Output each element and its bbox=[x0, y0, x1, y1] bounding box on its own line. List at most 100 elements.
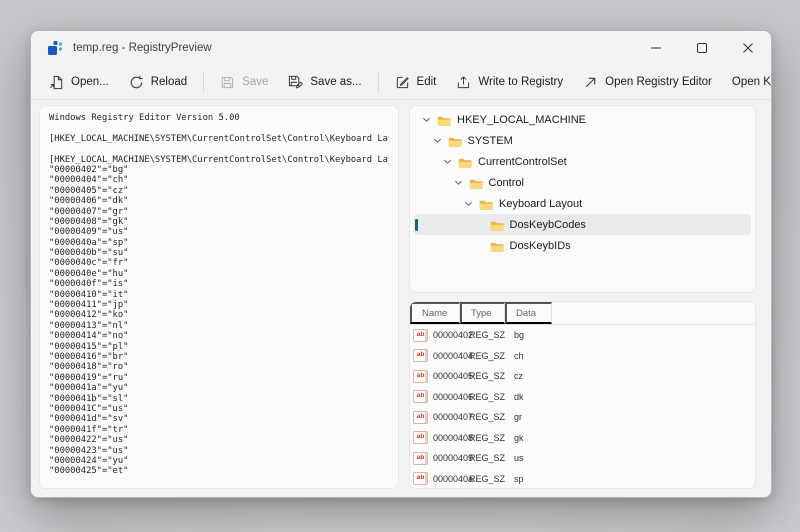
title-bar[interactable]: temp.reg - RegistryPreview bbox=[31, 31, 771, 65]
save-button[interactable]: Save bbox=[210, 69, 278, 96]
tree-item[interactable]: HKEY_LOCAL_MACHINE bbox=[414, 109, 751, 130]
grid-body: ab 00000402 REG_SZ bg ab 00000404 REG_SZ bbox=[410, 325, 755, 489]
window-controls bbox=[633, 31, 771, 65]
open-button[interactable]: Open... bbox=[39, 69, 119, 96]
reload-button-label: Reload bbox=[151, 76, 187, 88]
edit-icon bbox=[395, 75, 410, 90]
table-row[interactable]: ab 00000402 REG_SZ bg bbox=[410, 325, 755, 346]
edit-button[interactable]: Edit bbox=[385, 69, 447, 96]
tree-item[interactable]: Control bbox=[414, 172, 751, 193]
string-value-icon: ab bbox=[413, 431, 428, 444]
reg-file-line: "00000414"="no" bbox=[49, 331, 389, 341]
registry-preview-window: temp.reg - RegistryPreview bbox=[30, 30, 772, 498]
tree-item-label: Keyboard Layout bbox=[499, 198, 582, 210]
reg-file-line: "0000041d"="sv" bbox=[49, 414, 389, 424]
reload-icon bbox=[129, 75, 144, 90]
write-to-registry-button[interactable]: Write to Registry bbox=[446, 69, 573, 96]
reg-file-line: "00000423"="us" bbox=[49, 446, 389, 456]
grid-header: Name Type Data bbox=[410, 302, 755, 325]
close-icon[interactable] bbox=[725, 31, 771, 65]
reg-file-line: Windows Registry Editor Version 5.00 bbox=[49, 113, 389, 123]
value-data-cell: gr bbox=[505, 412, 522, 422]
reg-file-line: [HKEY_LOCAL_MACHINE\SYSTEM\CurrentContro… bbox=[49, 155, 389, 165]
string-value-icon: ab bbox=[413, 349, 428, 362]
tree-item[interactable]: DosKeybIDs bbox=[414, 235, 751, 256]
toolbar: Open... Reload bbox=[31, 65, 771, 100]
value-type-cell: REG_SZ bbox=[460, 412, 505, 422]
reg-file-line: "00000408"="gk" bbox=[49, 217, 389, 227]
table-row[interactable]: ab 00000408 REG_SZ gk bbox=[410, 428, 755, 449]
open-key-button[interactable]: Open Key bbox=[722, 70, 772, 94]
registry-preview-app-icon bbox=[47, 40, 63, 56]
save-as-button[interactable]: Save as... bbox=[278, 69, 371, 96]
chevron-down-icon[interactable] bbox=[421, 114, 432, 125]
reload-button[interactable]: Reload bbox=[119, 69, 197, 96]
column-header-name[interactable]: Name bbox=[410, 302, 460, 324]
reg-file-line: "00000410"="it" bbox=[49, 290, 389, 300]
table-row[interactable]: ab 00000404 REG_SZ ch bbox=[410, 346, 755, 367]
value-type-cell: REG_SZ bbox=[460, 453, 505, 463]
open-registry-editor-button[interactable]: Open Registry Editor bbox=[573, 69, 722, 96]
tree-item-label: DosKeybIDs bbox=[510, 240, 571, 252]
reg-file-line bbox=[49, 123, 389, 133]
toolbar-divider bbox=[378, 72, 379, 92]
tree-item[interactable]: SYSTEM bbox=[414, 130, 751, 151]
tree-item-label: Control bbox=[489, 177, 524, 189]
reg-file-line: "00000411"="jp" bbox=[49, 300, 389, 310]
value-data-cell: bg bbox=[505, 330, 524, 340]
table-row[interactable]: ab 00000409 REG_SZ us bbox=[410, 448, 755, 469]
column-header-spacer bbox=[552, 302, 755, 324]
reg-file-line: [HKEY_LOCAL_MACHINE\SYSTEM\CurrentContro… bbox=[49, 134, 389, 144]
save-as-icon bbox=[288, 75, 303, 90]
reg-file-line: "0000040f"="is" bbox=[49, 279, 389, 289]
table-row[interactable]: ab 00000406 REG_SZ dk bbox=[410, 387, 755, 408]
value-type-cell: REG_SZ bbox=[460, 474, 505, 484]
tree-item[interactable]: CurrentControlSet bbox=[414, 151, 751, 172]
string-value-icon: ab bbox=[413, 472, 428, 485]
toolbar-divider bbox=[203, 72, 204, 92]
tree-item-label: SYSTEM bbox=[468, 135, 513, 147]
value-type-cell: REG_SZ bbox=[460, 433, 505, 443]
reg-file-line: "00000409"="us" bbox=[49, 227, 389, 237]
tree-item-label: CurrentControlSet bbox=[478, 156, 567, 168]
open-registry-editor-button-label: Open Registry Editor bbox=[605, 76, 712, 88]
chevron-down-icon[interactable] bbox=[442, 156, 453, 167]
value-type-cell: REG_SZ bbox=[460, 351, 505, 361]
reg-file-line: "0000041b"="sl" bbox=[49, 394, 389, 404]
table-row[interactable]: ab 00000407 REG_SZ gr bbox=[410, 407, 755, 428]
registry-key-tree: HKEY_LOCAL_MACHINE SYSTE bbox=[409, 105, 756, 293]
column-header-type[interactable]: Type bbox=[460, 302, 505, 324]
table-row[interactable]: ab 0000040a REG_SZ sp bbox=[410, 469, 755, 490]
tree-item[interactable]: DosKeybCodes bbox=[414, 214, 751, 235]
chevron-down-icon[interactable] bbox=[453, 177, 464, 188]
chevron-down-icon[interactable] bbox=[432, 135, 443, 146]
value-data-cell: dk bbox=[505, 392, 524, 402]
reg-file-line: "00000415"="pl" bbox=[49, 342, 389, 352]
string-value-icon: ab bbox=[413, 452, 428, 465]
folder-icon bbox=[479, 198, 493, 210]
reg-file-line: "0000040b"="su" bbox=[49, 248, 389, 258]
value-data-cell: gk bbox=[505, 433, 524, 443]
open-button-label: Open... bbox=[71, 76, 109, 88]
open-key-button-label: Open Key bbox=[732, 76, 772, 88]
reg-file-line: "00000422"="us" bbox=[49, 435, 389, 445]
folder-icon bbox=[437, 114, 451, 126]
tree-item[interactable]: Keyboard Layout bbox=[414, 193, 751, 214]
reg-file-editor[interactable]: Windows Registry Editor Version 5.00 [HK… bbox=[39, 105, 399, 489]
table-row[interactable]: ab 00000405 REG_SZ cz bbox=[410, 366, 755, 387]
write-to-registry-icon bbox=[456, 75, 471, 90]
string-value-icon: ab bbox=[413, 329, 428, 342]
reg-file-line: "00000405"="cz" bbox=[49, 186, 389, 196]
tree-item-label: DosKeybCodes bbox=[510, 219, 586, 231]
reg-file-line: "0000040e"="hu" bbox=[49, 269, 389, 279]
chevron-down-icon[interactable] bbox=[463, 198, 474, 209]
maximize-icon[interactable] bbox=[679, 31, 725, 65]
column-header-data[interactable]: Data bbox=[505, 302, 552, 324]
reg-file-line: "00000419"="ru" bbox=[49, 373, 389, 383]
reg-file-line: "0000041f"="tr" bbox=[49, 425, 389, 435]
minimize-icon[interactable] bbox=[633, 31, 679, 65]
edit-button-label: Edit bbox=[417, 76, 437, 88]
reg-file-line: "00000425"="et" bbox=[49, 466, 389, 476]
string-value-icon: ab bbox=[413, 390, 428, 403]
reg-file-line: "00000406"="dk" bbox=[49, 196, 389, 206]
